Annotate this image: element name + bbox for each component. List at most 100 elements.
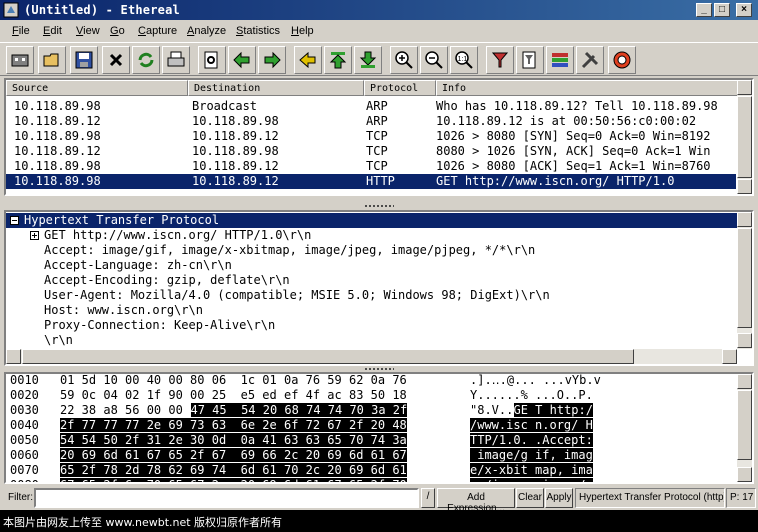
detail-tree-text: Proxy-Connection: Keep-Alive\r\n [44,318,276,332]
column-header-info[interactable]: Info [436,80,741,96]
hex-bytes-highlighted: 2f 77 77 77 2e 69 73 63 6e 2e 6f 72 67 2… [60,418,407,432]
zoom-out-button[interactable] [420,46,448,74]
zoom-in-icon [395,51,413,69]
minimize-button[interactable]: _ [696,3,712,17]
hex-ascii: Y......% ...O..P. [470,388,593,402]
packet-destination-cell: 10.118.89.12 [192,159,279,173]
hex-bytes-highlighted: 67 65 2f 6a 70 65 67 2c 20 69 6d 61 67 6… [60,478,407,482]
scroll-thumb[interactable] [737,96,752,178]
menu-help[interactable]: Help [291,25,314,37]
menu-file[interactable]: File [12,25,30,37]
details-hscrollbar[interactable] [6,349,737,364]
find-icon [204,51,218,69]
help-button[interactable] [608,46,636,74]
forward-button[interactable] [258,46,286,74]
maximize-button[interactable]: □ [714,3,730,17]
scroll-up-button[interactable] [737,374,752,389]
expand-plus-icon[interactable] [30,231,39,240]
packet-info-cell: Who has 10.118.89.12? Tell 10.118.89.98 [436,99,718,113]
pane-splitter-grip[interactable] [364,204,394,208]
clear-filter-button[interactable]: Clear [516,488,544,508]
display-filter-input[interactable] [34,488,419,508]
packet-source-cell: 10.118.89.12 [14,114,101,128]
main-toolbar: 1:1 [0,42,758,76]
zoom-out-icon [425,51,443,69]
packet-row[interactable]: 10.118.89.12 10.118.89.98 TCP 8080 > 1026 [… [6,144,736,159]
add-expression-button[interactable]: Add Expression... [437,488,515,514]
packet-list-scrollbar[interactable] [737,80,752,194]
save-button[interactable] [70,46,98,74]
svg-text:1:1: 1:1 [458,56,468,63]
packet-count-status: P: 17 [726,488,756,508]
scroll-thumb[interactable] [22,349,634,364]
menu-view[interactable]: View [76,25,100,37]
hex-offset: 0010 [10,373,39,387]
packet-destination-cell: 10.118.89.98 [192,114,279,128]
scroll-down-button[interactable] [737,179,752,194]
column-header-protocol[interactable]: Protocol [364,80,436,96]
details-scrollbar[interactable] [737,212,752,349]
scroll-down-button[interactable] [737,333,752,348]
coloring-rules-button[interactable] [546,46,574,74]
bytes-scrollbar[interactable] [737,374,752,482]
zoom-in-button[interactable] [390,46,418,74]
go-to-packet-button[interactable] [294,46,322,74]
save-icon [75,51,93,69]
filter-dropdown-button[interactable]: / [421,488,435,508]
packet-destination-cell: 10.118.89.12 [192,129,279,143]
packet-source-cell: 10.118.89.98 [14,159,101,173]
scroll-up-button[interactable] [737,212,752,227]
back-button[interactable] [228,46,256,74]
packet-protocol-cell: TCP [366,129,388,143]
apply-filter-button[interactable]: Apply [545,488,573,508]
scroll-thumb[interactable] [737,228,752,328]
capture-interfaces-button[interactable] [6,46,34,74]
scroll-right-button[interactable] [722,349,737,364]
close-x-icon [109,53,123,67]
collapse-minus-icon[interactable] [10,216,19,225]
menu-statistics[interactable]: Statistics [236,25,280,37]
menu-capture[interactable]: Capture [138,25,177,37]
ethereal-app-icon[interactable] [3,2,19,18]
open-button[interactable] [38,46,66,74]
packet-info-cell: 1026 > 8080 [ACK] Seq=1 Ack=1 Win=8760 [436,159,711,173]
packet-row[interactable]: 10.118.89.12 10.118.89.98 ARP 10.118.89.12 … [6,114,736,129]
find-button[interactable] [198,46,226,74]
menu-analyze[interactable]: Analyze [187,25,226,37]
upload-caption: 本图片由网友上传至 www.newbt.net 版权归原作者所有 [0,510,758,532]
go-to-packet-icon [299,51,316,69]
packet-info-cell: 10.118.89.12 is at 00:50:56:c0:00:02 [436,114,697,128]
display-filter-button[interactable] [516,46,544,74]
zoom-100-button[interactable]: 1:1 [450,46,478,74]
scroll-up-button[interactable] [737,80,752,95]
hex-bytes-highlighted: 65 2f 78 2d 78 62 69 74 6d 61 70 2c 20 6… [60,463,407,477]
packet-row[interactable]: 10.118.89.98 10.118.89.12 HTTP GET http://w… [6,174,736,189]
capture-filter-button[interactable] [486,46,514,74]
packet-row[interactable]: 10.118.89.98 Broadcast ARP Who has 10.118.8… [6,99,736,114]
packet-source-cell: 10.118.89.98 [14,174,101,188]
first-packet-button[interactable] [324,46,352,74]
close-window-button[interactable]: × [736,3,752,17]
preferences-button[interactable] [576,46,604,74]
scroll-left-button[interactable] [6,349,21,364]
packet-info-cell: GET http://www.iscn.org/ HTTP/1.0 [436,174,675,188]
scroll-thumb[interactable] [737,390,752,460]
print-button[interactable] [162,46,190,74]
close-file-button[interactable] [102,46,130,74]
packet-source-cell: 10.118.89.98 [14,129,101,143]
packet-row[interactable]: 10.118.89.98 10.118.89.12 TCP 1026 > 8080 [… [6,129,736,144]
hex-offset: 0070 [10,463,39,477]
menu-edit[interactable]: Edit [43,25,62,37]
pane-splitter-grip[interactable] [364,367,394,371]
reload-button[interactable] [132,46,160,74]
packet-row[interactable]: 10.118.89.98 10.118.89.12 TCP 1026 > 8080 [… [6,159,736,174]
hex-offset: 0030 [10,403,39,417]
last-packet-button[interactable] [354,46,382,74]
scroll-down-button[interactable] [737,467,752,482]
hex-ascii: .].‥.@... ...vYb.v [470,373,601,387]
column-header-destination[interactable]: Destination [188,80,364,96]
hex-ascii-highlighted: GE T http:/ [513,403,593,417]
detail-tree-item[interactable]: Hypertext Transfer Protocol [6,213,737,228]
menu-go[interactable]: Go [110,25,125,37]
column-header-source[interactable]: Source [6,80,188,96]
